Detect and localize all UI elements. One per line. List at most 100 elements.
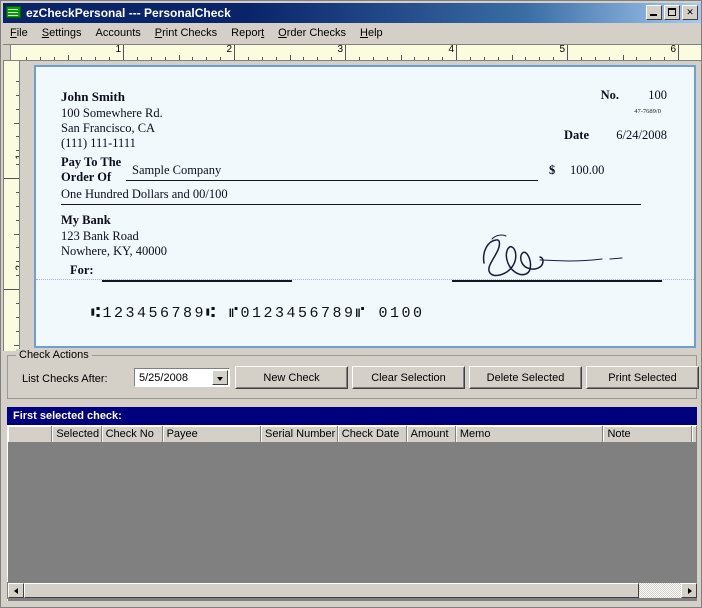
ruler-number: 3	[323, 44, 343, 55]
ruler-tick	[567, 45, 568, 61]
ruler-tick	[456, 45, 457, 61]
ruler-tick	[16, 220, 19, 221]
title-bar: ezCheckPersonal --- PersonalCheck ✕	[3, 3, 701, 23]
ruler-tick	[664, 57, 665, 60]
ruler-tick	[373, 57, 374, 60]
first-selected-check-bar: First selected check:	[7, 407, 697, 425]
checks-grid[interactable]: SelectedCheck NoPayeeSerial NumberCheck …	[7, 425, 697, 601]
ruler-tick	[16, 206, 19, 207]
grid-body[interactable]	[8, 443, 697, 601]
close-button[interactable]: ✕	[682, 5, 698, 20]
scroll-right-arrow-icon[interactable]	[681, 583, 697, 598]
payer-phone: (111) 111-1111	[61, 136, 136, 151]
ruler-tick	[16, 192, 19, 193]
menu-item-file[interactable]: FFileile	[3, 25, 35, 41]
check-document[interactable]: John Smith 100 Somewhere Rd. San Francis…	[34, 65, 696, 348]
routing-fraction: 47-7689/0	[634, 108, 661, 115]
menu-bar: FFileile Settings Accounts Print Checks …	[3, 24, 701, 43]
ruler-tick	[414, 57, 415, 60]
window-controls: ✕	[646, 5, 698, 20]
ruler-tick	[484, 57, 485, 60]
ruler-tick	[3, 178, 19, 179]
minimize-button[interactable]	[646, 5, 662, 20]
grid-column-header-serial-number[interactable]: Serial Number	[261, 426, 338, 443]
grid-column-header-note[interactable]: Note	[603, 426, 692, 443]
ruler-tick	[95, 57, 96, 60]
ruler-tick	[81, 57, 82, 60]
menu-item-report[interactable]: Report	[224, 25, 271, 41]
new-check-button-label: New Check	[263, 372, 319, 384]
horizontal-scrollbar[interactable]	[7, 582, 697, 599]
ruler-tick	[179, 55, 180, 60]
new-check-button[interactable]: New Check	[235, 366, 348, 389]
app-window: ezCheckPersonal --- PersonalCheck ✕ FFil…	[0, 0, 702, 608]
grid-column-header-memo[interactable]: Memo	[456, 426, 604, 443]
payee-rule	[126, 180, 538, 181]
ruler-tick	[623, 55, 624, 60]
ruler-tick	[262, 57, 263, 60]
grid-column-header-payee[interactable]: Payee	[163, 426, 261, 443]
clear-selection-button-label: Clear Selection	[371, 372, 446, 384]
signature-icon	[476, 227, 656, 283]
menu-item-help[interactable]: Help	[353, 25, 390, 41]
ruler-tick	[16, 136, 19, 137]
delete-selected-button[interactable]: Delete Selected	[469, 366, 582, 389]
ruler-tick	[636, 57, 637, 60]
chevron-down-icon[interactable]	[212, 370, 228, 385]
ruler-tick	[345, 45, 346, 61]
ruler-tick	[220, 57, 221, 60]
print-selected-button[interactable]: Print Selected	[586, 366, 699, 389]
ruler-tick	[14, 234, 19, 235]
amount-words-rule	[61, 204, 641, 205]
ruler-tick	[595, 57, 596, 60]
ruler-tick	[16, 109, 19, 110]
ruler-tick	[248, 57, 249, 60]
ruler-tick	[26, 57, 27, 60]
grid-column-header-check-date[interactable]: Check Date	[338, 426, 407, 443]
grid-column-header-blank[interactable]	[8, 426, 52, 443]
payee-value: Sample Company	[132, 163, 221, 178]
amount-words: One Hundred Dollars and 00/100	[61, 187, 228, 202]
memo-rule	[102, 280, 292, 282]
pay-to-the-label-line2: Order Of	[61, 170, 111, 185]
ruler-tick	[317, 57, 318, 60]
delete-selected-button-label: Delete Selected	[487, 372, 565, 384]
ruler-tick	[234, 45, 235, 61]
ruler-tick	[40, 57, 41, 60]
ruler-tick	[16, 164, 19, 165]
grid-column-header-amount[interactable]: Amount	[407, 426, 456, 443]
menu-item-print-checks[interactable]: Print Checks	[148, 25, 224, 41]
grid-column-header-check-no[interactable]: Check No	[102, 426, 163, 443]
ruler-number: 5	[545, 44, 565, 55]
ruler-number: 1	[101, 44, 121, 55]
menu-item-order-checks[interactable]: Order Checks	[271, 25, 353, 41]
ruler-tick	[331, 57, 332, 60]
payer-name: John Smith	[61, 89, 125, 105]
check-number-label: No.	[601, 88, 619, 103]
vertical-ruler: 12	[3, 61, 20, 351]
ruler-tick	[109, 57, 110, 60]
ruler-tick	[16, 261, 19, 262]
clear-selection-button[interactable]: Clear Selection	[352, 366, 465, 389]
ruler-tick	[16, 303, 19, 304]
scrollbar-thumb[interactable]	[24, 583, 639, 598]
ruler-tick	[14, 345, 19, 346]
ruler-tick	[303, 57, 304, 60]
scroll-left-arrow-icon[interactable]	[8, 583, 24, 598]
grid-column-header-selected[interactable]: Selected	[52, 426, 101, 443]
menu-item-settings[interactable]: Settings	[35, 25, 89, 41]
date-label: Date	[564, 128, 589, 143]
ruler-tick	[498, 57, 499, 60]
payer-address-line2: San Francisco, CA	[61, 121, 155, 136]
date-value: 6/24/2008	[616, 128, 667, 143]
memo-label: For:	[70, 263, 94, 278]
scrollbar-track[interactable]	[639, 583, 681, 598]
ruler-tick	[539, 57, 540, 60]
ruler-tick	[16, 95, 19, 96]
ruler-number: 6	[656, 44, 676, 55]
ruler-tick	[151, 57, 152, 60]
list-checks-after-dropdown[interactable]: 5/25/2008	[134, 368, 230, 387]
ruler-tick	[678, 45, 679, 61]
menu-item-accounts[interactable]: Accounts	[89, 25, 148, 41]
maximize-button[interactable]	[664, 5, 680, 20]
